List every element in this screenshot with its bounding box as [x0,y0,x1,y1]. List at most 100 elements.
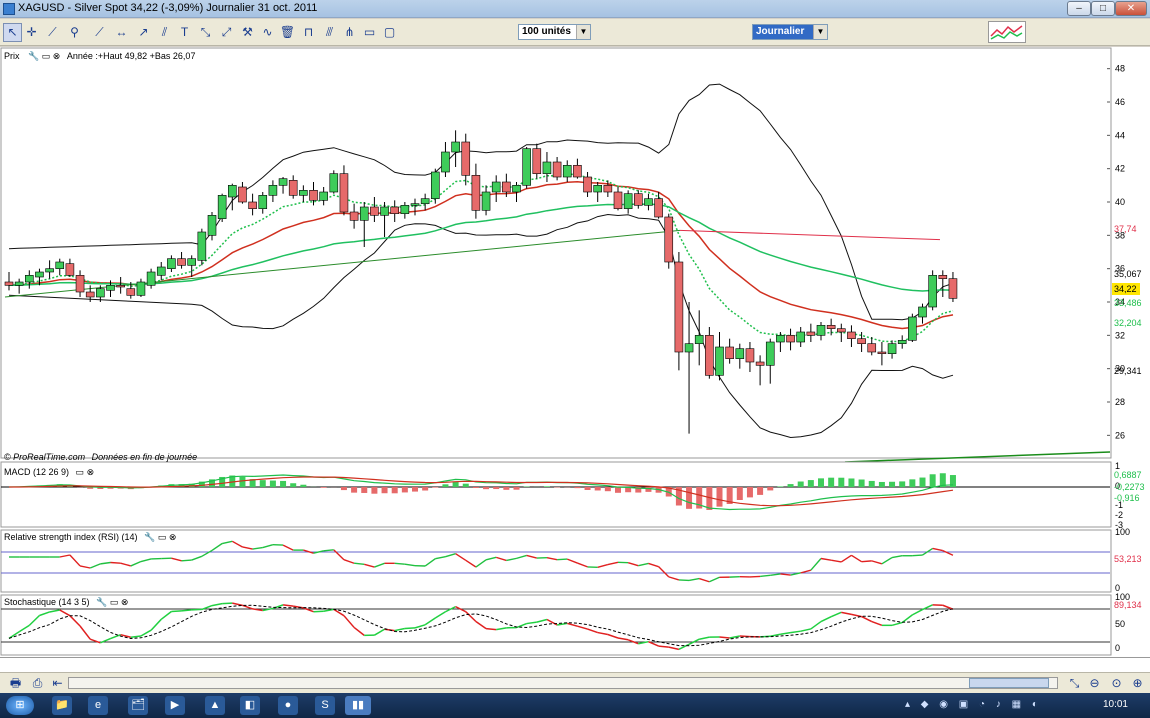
macd-histogram-bar [452,481,459,487]
macd-panel-header: MACD (12 26 9) ▭ ⊗ [4,467,94,478]
macd-right-label: 0,6887 [1114,470,1142,480]
units-select[interactable]: 100 unités ▼ [518,24,591,40]
candle-body [349,211,359,221]
folder-icon[interactable]: 🗂 [128,696,148,715]
app-icon[interactable]: ◧ [240,696,260,715]
chart-canvas[interactable]: 26283032343638404244464837,7435,06734,22… [0,47,1150,670]
chart-area[interactable]: 26 28 30 32 34 36 38 40 42 44 46 48 37,74 35,067 34,22… [0,47,1150,670]
media-icon[interactable]: ▶ [165,696,185,715]
start-button[interactable]: ⊞ [6,696,34,715]
vlc-icon[interactable]: ▲ [205,696,225,715]
candle-body [420,198,430,204]
skype-icon[interactable]: S [315,696,335,715]
close-panel-icon[interactable]: ⊗ [169,532,177,542]
zoom-out-icon[interactable]: ⊖ [1085,674,1104,693]
macd-histogram-bar [543,486,550,487]
candle-body [288,180,298,196]
prorealtime-task-icon[interactable]: ▮▮ [345,696,371,715]
channel-icon[interactable]: ⫽ [155,23,174,42]
wrench-icon[interactable]: 🔧 [96,597,107,607]
fibonacci-icon[interactable]: ⤡ [196,23,215,42]
candle-body [258,195,268,209]
ray-icon[interactable]: ↗ [134,23,153,42]
price-panel: 26283032343638404244464837,7435,06734,22… [0,47,1142,463]
candle-body [897,340,907,344]
macd-histogram-bar [686,487,693,509]
ruler-icon[interactable]: ⟋ [43,23,62,42]
browser-icon[interactable]: e [88,696,108,715]
close-panel-icon[interactable]: ⊗ [87,467,95,477]
zoom-in-icon[interactable]: ⊕ [1128,674,1147,693]
candle-body [735,348,745,359]
price-axis-tick: 44 [1115,130,1125,140]
price-header-label: Prix [4,51,20,61]
candle-body [299,190,308,196]
candle-body [552,161,562,178]
window-icon[interactable]: ▭ [42,51,51,61]
parallel-icon[interactable]: ⫻ [320,23,339,42]
scrollbar-thumb[interactable] [969,678,1049,688]
indicators-icon[interactable] [988,21,1026,43]
rectangle-icon[interactable]: ▭ [360,23,379,42]
print-icon[interactable]: ⎙ [28,674,47,693]
candle-body [755,361,765,366]
candle-body [654,198,663,218]
macd-panel: 10-1-2-30,6887-0,2273-0,916 [0,461,1145,530]
crosshair-icon[interactable]: ✛ [22,23,41,42]
rsi-line-segment [912,554,923,557]
price-axis-tick: 46 [1115,97,1125,107]
text-tool-icon[interactable]: T [175,23,194,42]
wrench-icon[interactable]: 🔧 [28,51,39,61]
pitchfork-icon[interactable]: ⋔ [340,23,359,42]
scroll-end-icon[interactable]: ⇤ [48,674,67,693]
window-icon[interactable]: ▭ [76,467,85,477]
trash-icon[interactable]: 🗑 [278,23,297,42]
explorer-icon[interactable]: 📁 [52,696,72,715]
period-select[interactable]: Journalier ▼ [752,24,828,40]
pointer-icon[interactable]: ↖ [3,23,22,42]
macd-histogram-bar [797,481,804,487]
macd-histogram-bar [909,479,916,487]
candle-body [359,206,369,221]
candle-body [167,258,176,269]
candle-body [268,185,278,196]
close-panel-icon[interactable]: ⊗ [53,51,61,61]
zoom-icon[interactable]: ⚲ [65,23,84,42]
bollinger-lower-line [8,213,954,439]
price-legend: Année :+Haut 49,82 +Bas 26,07 [66,51,196,61]
candle-body [481,191,491,211]
rsi-line-segment [181,559,192,562]
magnet-icon[interactable]: ⊓ [299,23,318,42]
app-icon[interactable]: ● [278,696,298,715]
chart-toolbar: ↖ ✛ ⟋ ⚲ ⟋ ↔ ↗ ⫽ T ⤡ ⤢ ⚒ ∿ 🗑 ⊓ ⫻ ⋔ ▭ ▢ 10… [0,19,1150,46]
candle-body [948,278,958,299]
gann-icon[interactable]: ⚒ [238,23,257,42]
arrow-tool-icon[interactable]: ⤢ [217,23,236,42]
price-axis-tick: 26 [1115,430,1125,440]
stoch-axis-tick: 50 [1115,619,1125,629]
maximize-button[interactable]: □ [1091,1,1115,16]
hline-icon[interactable]: ↔ [112,23,131,42]
ellipse-icon[interactable]: ▢ [380,23,399,42]
candle-body [238,186,247,203]
candle-body [684,343,694,353]
rsi-header-label: Relative strength index (RSI) (14) [4,532,138,542]
window-icon[interactable]: ▭ [110,597,119,607]
window-icon[interactable]: ▭ [158,532,167,542]
close-panel-icon[interactable]: ⊗ [121,597,129,607]
system-tray[interactable]: ▴ ◆ ◉ ▣ ◔ ♪ ▦ ◐ [905,699,1085,713]
trendline-icon[interactable]: ⟋ [90,23,109,42]
zoom-reset-icon[interactable]: ⊙ [1107,674,1126,693]
candle-body [126,288,136,296]
fit-icon[interactable]: ⤡ [1065,674,1084,693]
candle-body [836,328,846,333]
horizontal-scrollbar[interactable] [68,677,1058,689]
close-button[interactable]: ✕ [1115,1,1147,16]
macd-histogram-bar [736,487,743,500]
wave-icon[interactable]: ∿ [258,23,277,42]
chevron-down-icon: ▼ [813,25,827,39]
minimize-button[interactable]: – [1067,1,1091,16]
wrench-icon[interactable]: 🔧 [144,532,155,542]
print-preview-icon[interactable]: 🖶 [6,674,25,693]
macd-histogram-bar [716,487,723,507]
